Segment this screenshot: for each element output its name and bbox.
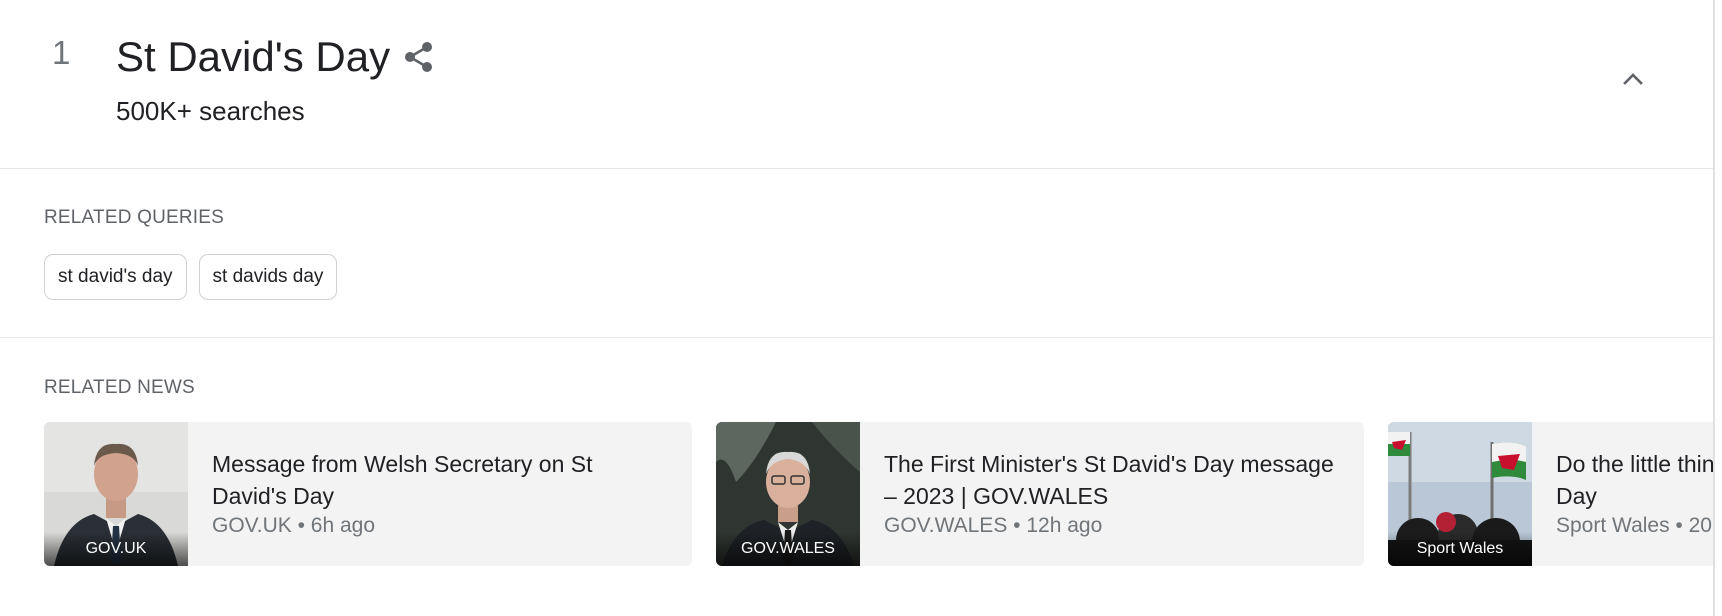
- page-edge: [1713, 0, 1722, 616]
- chevron-up-icon[interactable]: [1614, 64, 1652, 94]
- news-meta: GOV.WALES • 12h ago: [884, 514, 1103, 537]
- trend-detail-panel: 1 St David's Day 500K+ searches RELATED …: [0, 0, 1713, 616]
- trend-page: 1 St David's Day 500K+ searches RELATED …: [0, 0, 1722, 616]
- trend-rank: 1: [52, 34, 71, 71]
- trend-title[interactable]: St David's Day: [116, 33, 390, 80]
- news-thumbnail: Sport Wales: [1388, 422, 1532, 566]
- news-meta: Sport Wales • 20l: [1556, 514, 1713, 537]
- news-card[interactable]: GOV.UK Message from Welsh Secretary on S…: [44, 422, 692, 566]
- thumbnail-source: Sport Wales: [1388, 532, 1532, 566]
- news-thumbnail: GOV.UK: [44, 422, 188, 566]
- trend-header: 1 St David's Day 500K+ searches: [0, 0, 1713, 169]
- news-title[interactable]: Message from Welsh Secretary on St David…: [212, 448, 670, 512]
- related-queries-label: RELATED QUERIES: [44, 207, 225, 228]
- related-news-section: RELATED NEWS GOV.UK Message from Welsh S…: [0, 338, 1713, 616]
- title-row: St David's Day: [116, 33, 436, 80]
- news-title[interactable]: Do the little thin Day: [1556, 448, 1713, 512]
- news-text: Message from Welsh Secretary on St David…: [188, 422, 692, 566]
- related-queries-section: RELATED QUERIES st david's day st davids…: [0, 169, 1713, 338]
- news-title-line2: Day: [1556, 483, 1597, 509]
- news-card[interactable]: GOV.WALES The First Minister's St David'…: [716, 422, 1364, 566]
- news-title-line1: Do the little thin: [1556, 451, 1713, 477]
- news-carousel: GOV.UK Message from Welsh Secretary on S…: [44, 422, 1713, 566]
- thumbnail-source: GOV.WALES: [716, 532, 860, 566]
- news-thumbnail: GOV.WALES: [716, 422, 860, 566]
- related-news-label: RELATED NEWS: [44, 377, 195, 398]
- news-meta: GOV.UK • 6h ago: [212, 514, 376, 537]
- news-text: The First Minister's St David's Day mess…: [860, 422, 1364, 566]
- query-chip[interactable]: st david's day: [44, 254, 187, 300]
- news-card[interactable]: Sport Wales Do the little thin Day Sport …: [1388, 422, 1713, 566]
- search-volume: 500K+ searches: [116, 96, 305, 126]
- related-queries-chips: st david's day st davids day: [44, 254, 338, 300]
- thumbnail-source: GOV.UK: [44, 532, 188, 566]
- news-text: Do the little thin Day Sport Wales • 20l: [1532, 422, 1713, 566]
- query-chip[interactable]: st davids day: [198, 254, 338, 300]
- news-title[interactable]: The First Minister's St David's Day mess…: [884, 448, 1342, 512]
- share-icon[interactable]: [402, 40, 436, 74]
